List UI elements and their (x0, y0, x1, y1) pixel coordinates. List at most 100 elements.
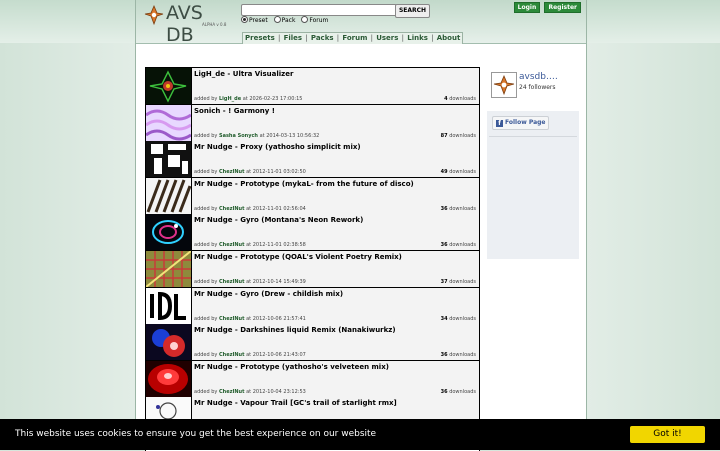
radio-forum[interactable]: Forum (301, 16, 328, 24)
downloads-label: downloads (449, 388, 476, 395)
preset-thumbnail[interactable] (146, 214, 192, 251)
preset-title[interactable]: Mr Nudge - Gyro (Drew - childish mix) (194, 290, 343, 298)
preset-date: 2012-10-06 21:43:07 (252, 352, 306, 359)
at-label: at (246, 315, 252, 322)
nav-files[interactable]: Files (284, 34, 303, 42)
preset-author[interactable]: Sasha Sonych (219, 133, 258, 139)
radio-pack[interactable]: Pack (273, 16, 295, 24)
preset-author[interactable]: ChezINut (219, 279, 245, 285)
preset-title[interactable]: Sonich - ! Garmony ! (194, 107, 275, 115)
download-count: 87 (440, 132, 448, 139)
preset-date: 2012-11-01 02:56:04 (252, 205, 306, 212)
nav-separator: | (303, 34, 310, 42)
nav-presets[interactable]: Presets (245, 34, 275, 42)
preset-title[interactable]: Mr Nudge - Prototype (QOAL's Violent Poe… (194, 253, 402, 261)
preset-downloads: 36 downloads (441, 352, 476, 358)
radio-dot[interactable] (273, 16, 281, 23)
added-by-label: added by (194, 169, 218, 176)
logo-version: ALPHA v 0.8 (202, 22, 227, 27)
preset-title[interactable]: LigH_de - Ultra Visualizer (194, 70, 293, 78)
added-by-label: added by (194, 388, 218, 395)
downloads-label: downloads (449, 132, 476, 139)
preset-title[interactable]: Mr Nudge - Vapour Trail [GC's trail of s… (194, 399, 397, 407)
preset-thumbnail[interactable] (146, 251, 192, 287)
added-by-label: added by (194, 132, 218, 139)
radio-preset[interactable]: Preset (241, 16, 268, 24)
follow-page-button[interactable]: f Follow Page (492, 116, 549, 130)
at-label: at (242, 96, 248, 102)
nav-about[interactable]: About (437, 34, 461, 42)
nav-separator: | (428, 34, 436, 42)
at-label: at (259, 132, 265, 139)
preset-author[interactable]: ChezINut (219, 169, 245, 175)
logo-icon (144, 4, 164, 26)
facebook-avatar[interactable] (491, 72, 517, 98)
preset-author[interactable]: ChezINut (219, 352, 245, 358)
download-count: 34 (440, 315, 448, 322)
download-count: 36 (440, 242, 448, 249)
preset-thumbnail[interactable] (146, 324, 192, 361)
main-nav: Presets | Files | Packs | Forum | Users … (242, 32, 464, 44)
preset-meta: added by ChezINut at 2012-11-01 02:56:04 (194, 206, 306, 212)
preset-row[interactable]: Mr Nudge - Gyro (Drew - childish mix) add… (146, 287, 479, 325)
preset-thumbnail[interactable] (146, 360, 192, 397)
preset-row[interactable]: Sonich - ! Garmony ! added by Sasha Sonyc… (146, 104, 479, 142)
preset-row[interactable]: LigH_de - Ultra Visualizer added by LigH_… (146, 68, 479, 105)
preset-downloads: 49 downloads (441, 169, 476, 175)
facebook-page-name[interactable]: avsdb.… (519, 72, 558, 82)
search-scope-radios: Preset Pack Forum (241, 16, 332, 24)
cookie-accept-button[interactable]: Got it! (630, 426, 705, 443)
nav-users[interactable]: Users (376, 34, 398, 42)
nav-links[interactable]: Links (407, 34, 428, 42)
preset-author[interactable]: ChezINut (219, 206, 245, 212)
nav-forum[interactable]: Forum (342, 34, 367, 42)
login-button[interactable]: Login (513, 2, 541, 13)
radio-dot[interactable] (241, 16, 248, 23)
auth-links: Login Register (512, 2, 581, 13)
preset-meta: added by ChezINut at 2012-10-06 21:43:07 (194, 352, 306, 358)
preset-row[interactable]: Mr Nudge - Prototype (yathosho's velvete… (146, 360, 479, 398)
preset-meta: added by LigH_de at 2026-02-23 17:00:15 (194, 96, 302, 102)
search-button[interactable]: SEARCH (395, 4, 430, 18)
preset-downloads: 4 downloads (444, 96, 476, 102)
preset-author[interactable]: ChezINut (219, 316, 245, 322)
register-button[interactable]: Register (544, 2, 581, 13)
preset-downloads: 34 downloads (441, 316, 476, 322)
preset-thumbnail[interactable] (146, 104, 192, 141)
preset-row[interactable]: Mr Nudge - Gyro (Montana's Neon Rework) a… (146, 214, 479, 252)
preset-author[interactable]: ChezINut (219, 242, 245, 248)
preset-author[interactable]: ChezINut (219, 389, 245, 395)
preset-thumbnail[interactable] (146, 141, 192, 178)
preset-thumbnail[interactable] (146, 177, 192, 214)
nav-packs[interactable]: Packs (311, 34, 334, 42)
preset-thumbnail[interactable] (146, 287, 192, 324)
preset-title[interactable]: Mr Nudge - Darkshines liquid Remix (Nana… (194, 326, 396, 334)
added-by-label: added by (194, 242, 218, 249)
preset-downloads: 87 downloads (441, 133, 476, 139)
facebook-icon: f (496, 120, 503, 127)
preset-thumbnail[interactable] (146, 68, 192, 104)
preset-title[interactable]: Mr Nudge - Proxy (yathosho simplicit mix… (194, 143, 361, 151)
preset-title[interactable]: Mr Nudge - Prototype (mykaL- from the fu… (194, 180, 414, 188)
download-count: 37 (440, 279, 448, 285)
follow-page-label: Follow Page (505, 119, 546, 126)
site-logo[interactable]: AVS DB ALPHA v 0.8 (144, 2, 236, 46)
preset-row[interactable]: Mr Nudge - Prototype (QOAL's Violent Poe… (146, 251, 479, 288)
download-count: 36 (440, 205, 448, 212)
preset-title[interactable]: Mr Nudge - Gyro (Montana's Neon Rework) (194, 216, 363, 224)
preset-row[interactable]: Mr Nudge - Proxy (yathosho simplicit mix… (146, 141, 479, 179)
preset-row[interactable]: Mr Nudge - Darkshines liquid Remix (Nana… (146, 324, 479, 362)
added-by-label: added by (194, 96, 218, 102)
preset-row[interactable]: Mr Nudge - Prototype (mykaL- from the fu… (146, 177, 479, 215)
preset-downloads: 36 downloads (441, 242, 476, 248)
downloads-label: downloads (449, 315, 476, 322)
avsdb-logo-icon (493, 74, 515, 96)
downloads-label: downloads (449, 96, 476, 102)
preset-author[interactable]: LigH_de (219, 96, 241, 102)
search-input[interactable] (241, 4, 397, 16)
radio-dot[interactable] (301, 16, 309, 23)
preset-title[interactable]: Mr Nudge - Prototype (yathosho's velvete… (194, 363, 389, 371)
cookie-banner: This website uses cookies to ensure you … (0, 419, 720, 450)
preset-meta: added by ChezINut at 2012-11-01 03:02:50 (194, 169, 306, 175)
at-label: at (246, 169, 252, 176)
